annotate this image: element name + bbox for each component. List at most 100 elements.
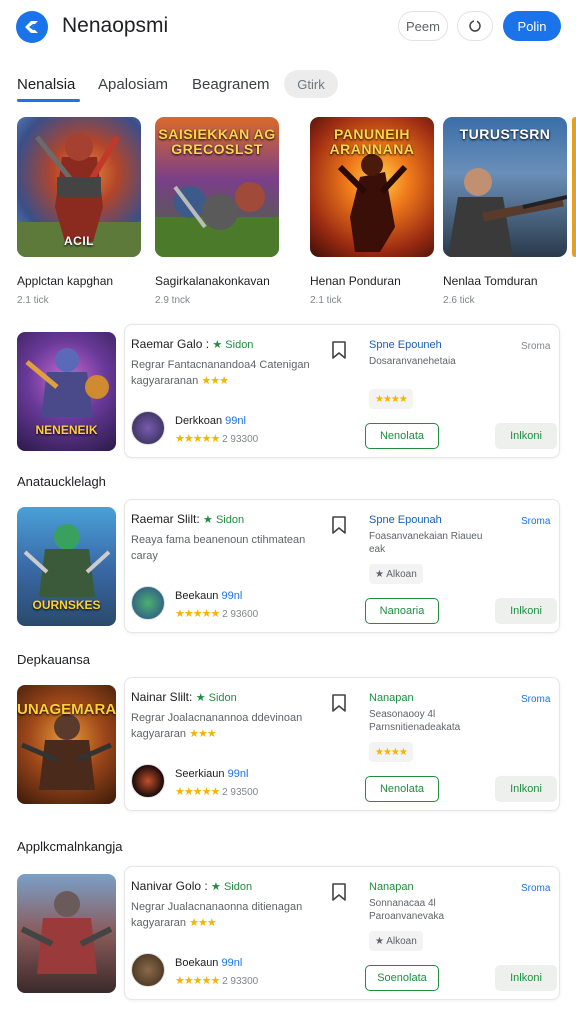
featured-art-label: ACIL xyxy=(64,234,94,248)
app-thumbnail[interactable]: NENENEIK xyxy=(17,332,116,451)
featured-subtitle: 2.1 tick xyxy=(310,295,342,306)
developer-rating: ★★★★★ 2 93500 xyxy=(175,786,259,798)
app-thumbnail[interactable]: OURNSKES xyxy=(17,507,116,626)
rating-chip: ★★★★ xyxy=(369,389,413,409)
featured-art-label: SAISIEKKAN AG GRECOSLST xyxy=(158,126,276,158)
featured-subtitle: 2.9 tnck xyxy=(155,295,191,306)
featured-title: Sagirkalanakonkavan xyxy=(155,274,270,288)
secondary-action-button[interactable]: Inlkoni xyxy=(495,598,557,624)
app-row: Nanivar Golo : ★ Sidon Negrar Jualacnana… xyxy=(0,866,576,1002)
thumbnail-label: UNAGEMARA xyxy=(17,701,116,718)
developer-name: Boekaun 99nl xyxy=(175,957,243,969)
featured-art: TURUSTSRN xyxy=(443,117,567,257)
app-tag: ★ Sidon xyxy=(195,692,237,704)
app-title: Nenaopsmi xyxy=(62,14,169,37)
app-title: Nainar Slilt: ★ Sidon xyxy=(131,690,237,704)
primary-action-button[interactable]: Nenolata xyxy=(365,776,439,802)
section-heading: Anataucklelagh xyxy=(17,474,106,489)
right-title: Nanapan xyxy=(369,881,414,893)
developer-avatar[interactable] xyxy=(131,764,165,798)
refresh-icon[interactable] xyxy=(457,11,493,41)
app-card[interactable]: Nanivar Golo : ★ Sidon Negrar Jualacnana… xyxy=(124,866,560,1000)
featured-art-label: PANUNEIH ARANNANA xyxy=(329,126,415,158)
developer-name: Derkkoan 99nl xyxy=(175,415,246,427)
active-tab-indicator xyxy=(17,99,80,102)
app-tag: ★ Sidon xyxy=(211,881,253,893)
primary-action-button[interactable]: Nanoaria xyxy=(365,598,439,624)
secondary-action-button[interactable]: Inlkoni xyxy=(495,776,557,802)
app-thumbnail[interactable]: UNAGEMARA xyxy=(17,685,116,804)
featured-art: SAISIEKKAN AG GRECOSLST xyxy=(155,117,279,257)
right-title: Spne Epouneh xyxy=(369,339,442,351)
tab-gtirk-chip[interactable]: Gtirk xyxy=(284,70,338,98)
right-label: Sroma xyxy=(521,694,551,705)
featured-art: ACIL xyxy=(17,117,141,257)
developer-avatar[interactable] xyxy=(131,411,165,445)
rating-chip: ★ Alkoan xyxy=(369,931,423,951)
app-title: Nanivar Golo : ★ Sidon xyxy=(131,879,253,893)
developer-rating: ★★★★★ 2 93600 xyxy=(175,608,259,620)
tab-beagranem[interactable]: Beagranem xyxy=(192,76,270,93)
header-outline-button[interactable]: Peem xyxy=(398,11,448,41)
right-subtitle: Foasanvanekaian Riaueu eak xyxy=(369,531,483,555)
app-description: Regrar Joalacnanannoa ddevinoan kagyarar… xyxy=(131,712,303,740)
app-card[interactable]: Nainar Slilt: ★ Sidon Regrar Joalacnanan… xyxy=(124,677,560,811)
right-subtitle: Sonnanacaa 4l Paroanvanevaka xyxy=(369,898,445,922)
app-logo-icon[interactable] xyxy=(16,11,48,43)
right-label: Sroma xyxy=(521,516,551,527)
featured-card[interactable]: PANUNEIH ARANNANA Henan Ponduran 2.1 tic… xyxy=(310,117,434,306)
rating-chip: ★★★★ xyxy=(369,742,413,762)
section-heading: Applkcmalnkangja xyxy=(17,839,123,854)
featured-title: Applctan kapghan xyxy=(17,274,114,288)
app-description: Regrar Fantacnanandoa4 Catenigan kagyara… xyxy=(131,359,310,387)
featured-subtitle: 2.1 tick xyxy=(17,295,49,306)
app-tag: ★ Sidon xyxy=(212,339,254,351)
app-card[interactable]: Raemar Galo : ★ Sidon Regrar Fantacnanan… xyxy=(124,324,560,458)
bookmark-icon[interactable] xyxy=(329,514,349,536)
right-label: Sroma xyxy=(521,883,551,894)
secondary-action-button[interactable]: Inlkoni xyxy=(495,965,557,991)
tab-nenalsia[interactable]: Nenalsia xyxy=(17,76,75,93)
featured-title: Henan Ponduran xyxy=(310,274,401,288)
thumbnail-label: NENENEIK xyxy=(35,423,98,437)
app-row: UNAGEMARA Nainar Slilt: ★ Sidon Regrar J… xyxy=(0,677,576,813)
featured-subtitle: 2.6 tick xyxy=(443,295,475,306)
featured-art-label: TURUSTSRN xyxy=(459,126,551,142)
featured-card[interactable]: ACIL Applctan kapghan 2.1 tick xyxy=(17,117,141,306)
primary-action-button[interactable]: Nenolata xyxy=(365,423,439,449)
featured-next-peek[interactable] xyxy=(572,117,576,257)
app-header: Nenaopsmi Peem Polin xyxy=(0,0,576,56)
app-description: Negrar Jualacnanaonna ditienagan kagyara… xyxy=(131,901,303,929)
developer-name: Seerkiaun 99nl xyxy=(175,768,249,780)
bookmark-icon[interactable] xyxy=(329,881,349,903)
developer-avatar[interactable] xyxy=(131,953,165,987)
app-description: Reaya fama beanenoun ctihmatean caray xyxy=(131,534,306,562)
featured-art: PANUNEIH ARANNANA xyxy=(310,117,434,257)
thumbnail-label: OURNSKES xyxy=(32,598,101,612)
bookmark-icon[interactable] xyxy=(329,339,349,361)
featured-card[interactable]: SAISIEKKAN AG GRECOSLST Sagirkalanakonka… xyxy=(155,117,279,306)
primary-action-button[interactable]: Soenolata xyxy=(365,965,439,991)
section-heading: Depkauansa xyxy=(17,652,90,667)
secondary-action-button[interactable]: Inlkoni xyxy=(495,423,557,449)
app-card[interactable]: Raemar Slilt: ★ Sidon Reaya fama beaneno… xyxy=(124,499,560,633)
app-thumbnail[interactable] xyxy=(17,874,116,993)
right-title: Spne Epounah xyxy=(369,514,442,526)
featured-card[interactable]: TURUSTSRN Nenlaa Tomduran 2.6 tick xyxy=(443,117,567,306)
developer-name: Beekaun 99nl xyxy=(175,590,243,602)
app-title: Raemar Galo : ★ Sidon xyxy=(131,337,254,351)
developer-rating: ★★★★★ 2 93300 xyxy=(175,975,259,987)
developer-avatar[interactable] xyxy=(131,586,165,620)
right-subtitle: Seasonaooy 4l Parnsnitienadeakata xyxy=(369,709,461,733)
right-title: Nanapan xyxy=(369,692,414,704)
rating-chip: ★ Alkoan xyxy=(369,564,423,584)
app-row: OURNSKES Raemar Slilt: ★ Sidon Reaya fam… xyxy=(0,499,576,635)
app-tag: ★ Sidon xyxy=(203,514,245,526)
app-row: NENENEIK Raemar Galo : ★ Sidon Regrar Fa… xyxy=(0,324,576,460)
tab-apalosiam[interactable]: Apalosiam xyxy=(98,76,168,93)
header-primary-button[interactable]: Polin xyxy=(503,11,561,41)
bookmark-icon[interactable] xyxy=(329,692,349,714)
app-title: Raemar Slilt: ★ Sidon xyxy=(131,512,245,526)
featured-carousel: ACIL Applctan kapghan 2.1 tick SAISIEKKA… xyxy=(0,117,576,312)
developer-rating: ★★★★★ 2 93300 xyxy=(175,433,259,445)
